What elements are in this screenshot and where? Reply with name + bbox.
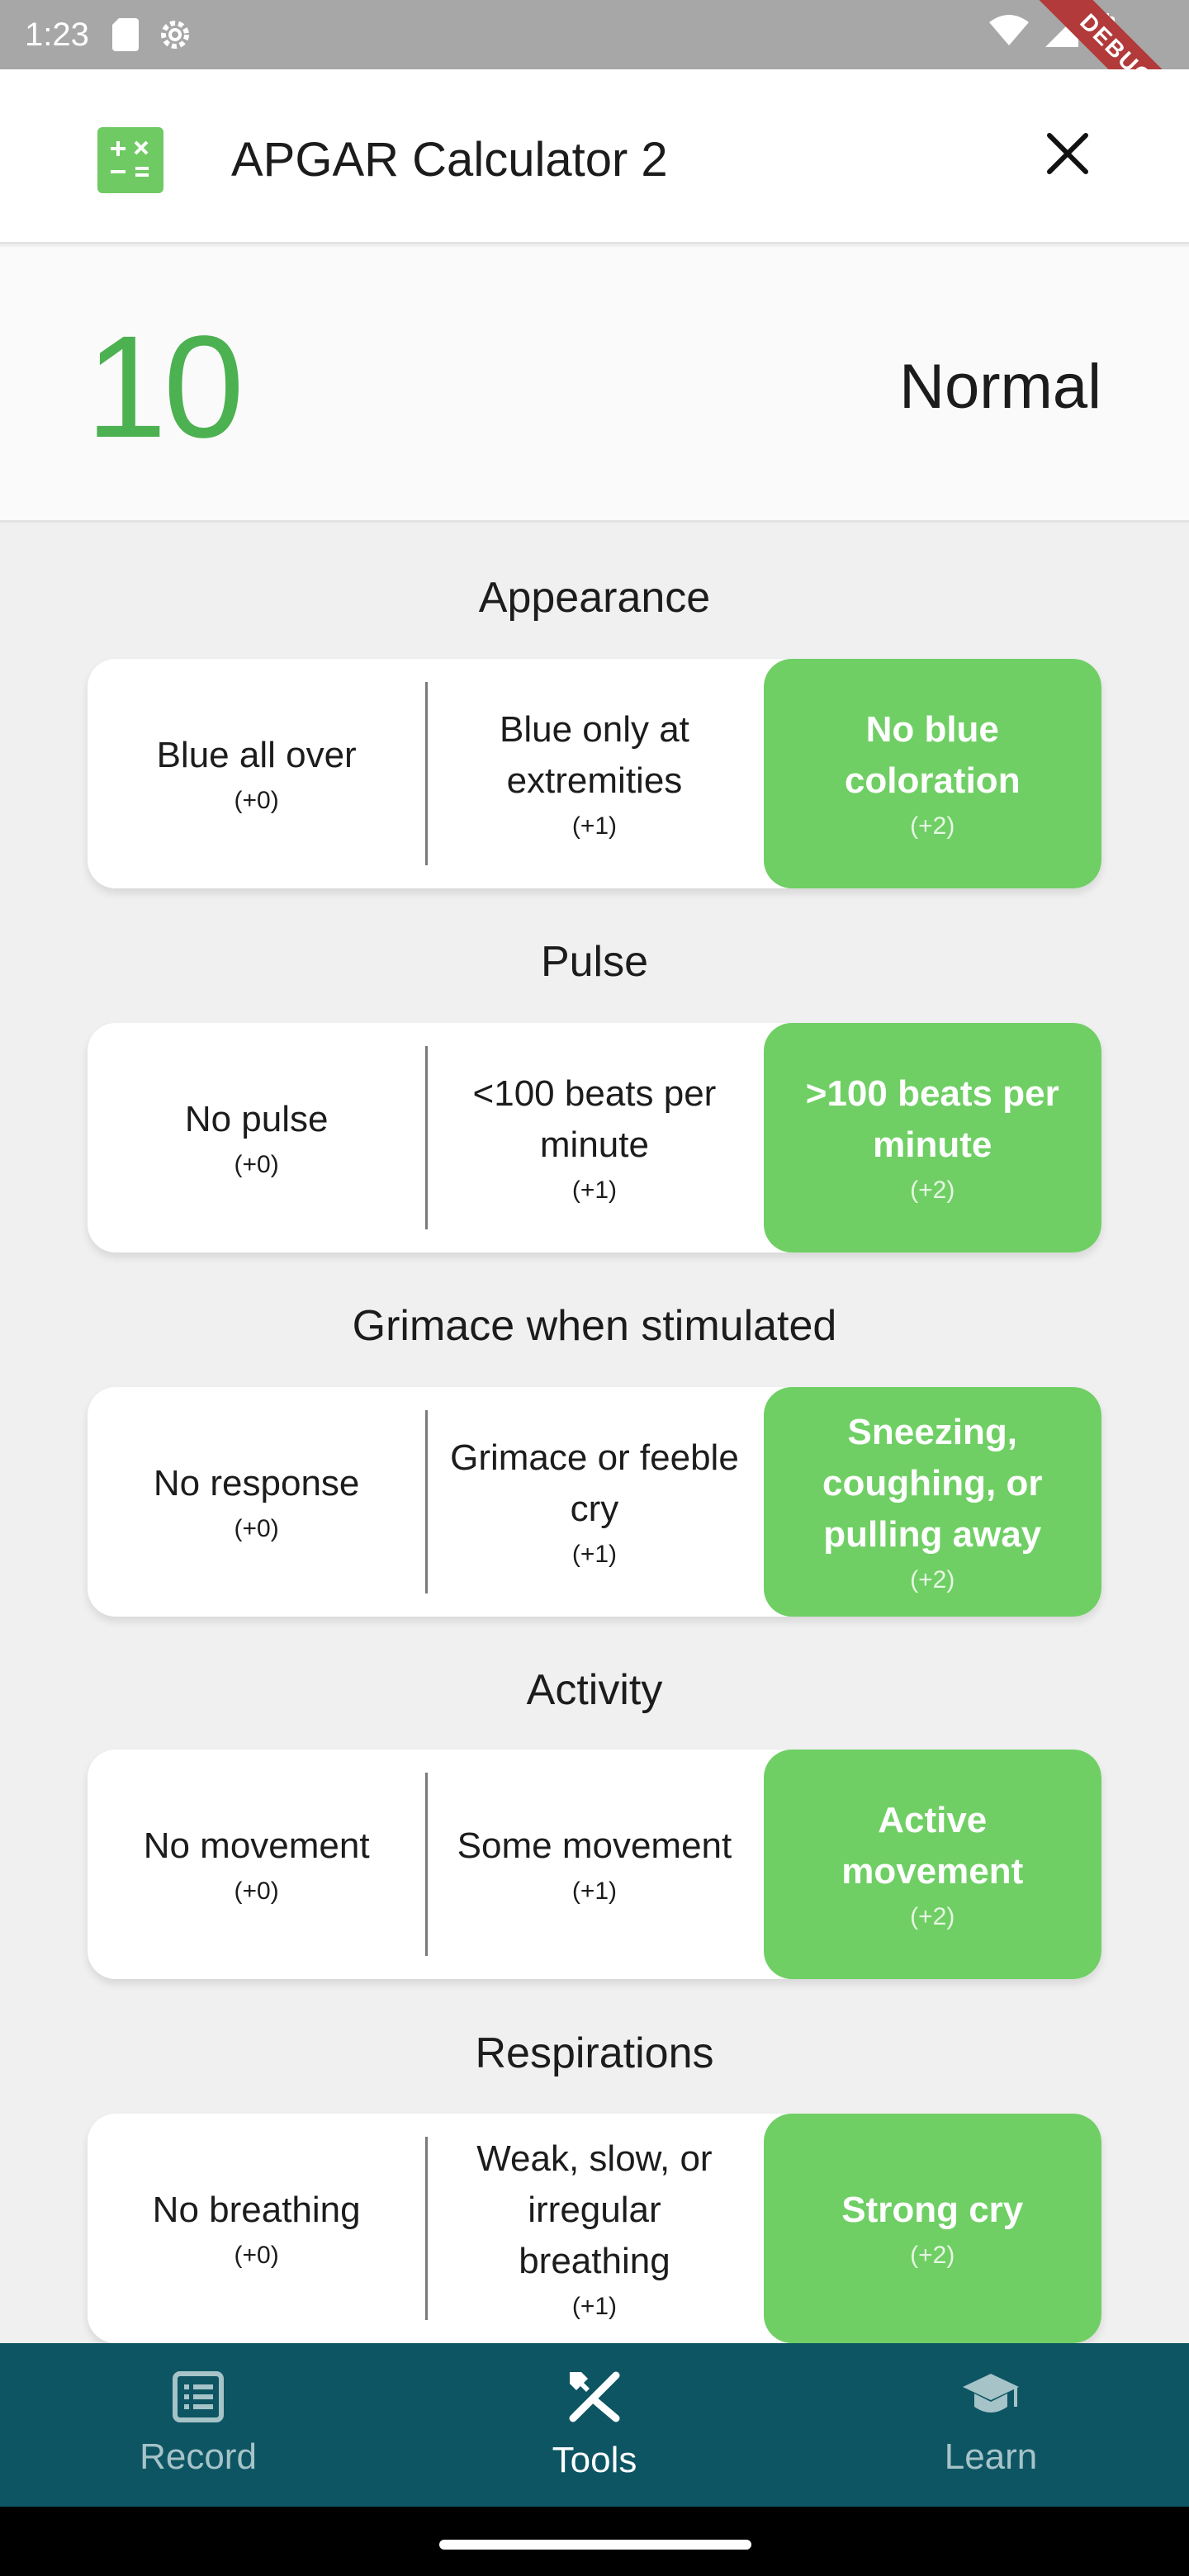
option-label: Sneezing, coughing, or pulling away <box>822 1412 1043 1555</box>
option-points: (+2) <box>910 1177 955 1204</box>
home-indicator[interactable] <box>439 2540 751 2550</box>
option-appearance-1[interactable]: Blue only at extremities (+1) <box>425 659 763 888</box>
option-respirations-2[interactable]: Strong cry (+2) <box>763 2114 1101 2343</box>
option-activity-2[interactable]: Active movement (+2) <box>763 1750 1101 1979</box>
option-grimace-1[interactable]: Grimace or feeble cry (+1) <box>425 1387 763 1617</box>
option-group-grimace: No response (+0) Grimace or feeble cry (… <box>88 1387 1101 1617</box>
option-label: No movement <box>143 1825 370 1866</box>
option-points: (+0) <box>234 1151 279 1178</box>
option-appearance-0[interactable]: Blue all over (+0) <box>88 659 425 888</box>
option-appearance-2[interactable]: No blue coloration (+2) <box>763 659 1101 888</box>
option-points: (+1) <box>571 2293 618 2320</box>
calculator-icon <box>97 127 163 193</box>
option-label: No pulse <box>184 1099 329 1139</box>
option-points: (+1) <box>571 1541 618 1568</box>
option-label: Grimace or feeble cry <box>450 1437 739 1529</box>
nav-item-learn[interactable]: Learn <box>793 2343 1189 2507</box>
settings-gear-icon <box>157 17 193 53</box>
option-pulse-1[interactable]: <100 beats per minute (+1) <box>425 1023 763 1252</box>
option-pulse-2[interactable]: >100 beats per minute (+2) <box>763 1023 1101 1252</box>
option-label: Blue only at extremities <box>499 709 689 801</box>
nav-label: Record <box>140 2436 257 2477</box>
option-label: <100 beats per minute <box>472 1073 717 1165</box>
option-group-respirations: No breathing (+0) Weak, slow, or irregul… <box>88 2114 1101 2343</box>
option-activity-1[interactable]: Some movement (+1) <box>425 1750 763 1979</box>
option-points: (+2) <box>910 1566 955 1593</box>
bottom-navigation: Record Tools Learn <box>0 2343 1189 2507</box>
option-points: (+0) <box>234 1515 279 1542</box>
list-icon <box>172 2370 225 2427</box>
option-points: (+2) <box>910 2242 955 2269</box>
graduation-cap-icon <box>961 2370 1021 2427</box>
option-label: Blue all over <box>156 735 357 775</box>
option-respirations-1[interactable]: Weak, slow, or irregular breathing (+1) <box>425 2114 763 2343</box>
option-label: Some movement <box>457 1825 732 1866</box>
app-bar: APGAR Calculator 2 <box>0 69 1189 244</box>
option-label: >100 beats per minute <box>805 1073 1059 1165</box>
option-grimace-2[interactable]: Sneezing, coughing, or pulling away (+2) <box>763 1387 1101 1617</box>
status-time: 1:23 <box>25 16 89 53</box>
close-button[interactable] <box>1036 124 1099 187</box>
option-points: (+0) <box>234 1878 279 1905</box>
option-points: (+0) <box>234 787 279 814</box>
wifi-icon <box>989 14 1029 55</box>
option-grimace-0[interactable]: No response (+0) <box>88 1387 425 1617</box>
option-label: No blue coloration <box>844 709 1021 801</box>
section-title-grimace: Grimace when stimulated <box>352 1302 837 1350</box>
score-panel: 10 Normal <box>0 247 1189 523</box>
nav-item-record[interactable]: Record <box>0 2343 396 2507</box>
option-points: (+2) <box>910 812 955 840</box>
option-points: (+0) <box>234 2242 279 2269</box>
option-label: No breathing <box>152 2190 361 2230</box>
close-icon <box>1046 132 1089 179</box>
option-activity-0[interactable]: No movement (+0) <box>88 1750 425 1979</box>
sd-card-icon <box>111 18 139 51</box>
option-points: (+2) <box>910 1903 955 1930</box>
option-label: Strong cry <box>841 2190 1024 2230</box>
option-respirations-0[interactable]: No breathing (+0) <box>88 2114 425 2343</box>
app-title: APGAR Calculator 2 <box>231 133 668 187</box>
tools-icon <box>565 2367 624 2431</box>
option-points: (+1) <box>571 1177 618 1204</box>
option-group-appearance: Blue all over (+0) Blue only at extremit… <box>88 659 1101 888</box>
section-title-activity: Activity <box>526 1666 663 1714</box>
section-title-appearance: Appearance <box>478 574 711 622</box>
nav-label: Tools <box>552 2439 637 2480</box>
nav-label: Learn <box>944 2436 1038 2477</box>
apgar-score-status: Normal <box>899 352 1101 422</box>
option-label: No response <box>153 1463 360 1503</box>
option-points: (+1) <box>571 1878 618 1905</box>
option-group-activity: No movement (+0) Some movement (+1) Acti… <box>88 1750 1101 1979</box>
section-title-respirations: Respirations <box>475 2029 714 2077</box>
option-group-pulse: No pulse (+0) <100 beats per minute (+1)… <box>88 1023 1101 1252</box>
option-points: (+1) <box>571 812 618 840</box>
option-label: Active movement <box>841 1800 1024 1892</box>
status-bar: 1:23 DEBUG <box>0 0 1189 69</box>
apgar-score-value: 10 <box>86 306 244 468</box>
section-title-pulse: Pulse <box>540 938 649 986</box>
option-pulse-0[interactable]: No pulse (+0) <box>88 1023 425 1252</box>
option-label: Weak, slow, or irregular breathing <box>476 2138 713 2281</box>
nav-item-tools[interactable]: Tools <box>396 2343 793 2507</box>
